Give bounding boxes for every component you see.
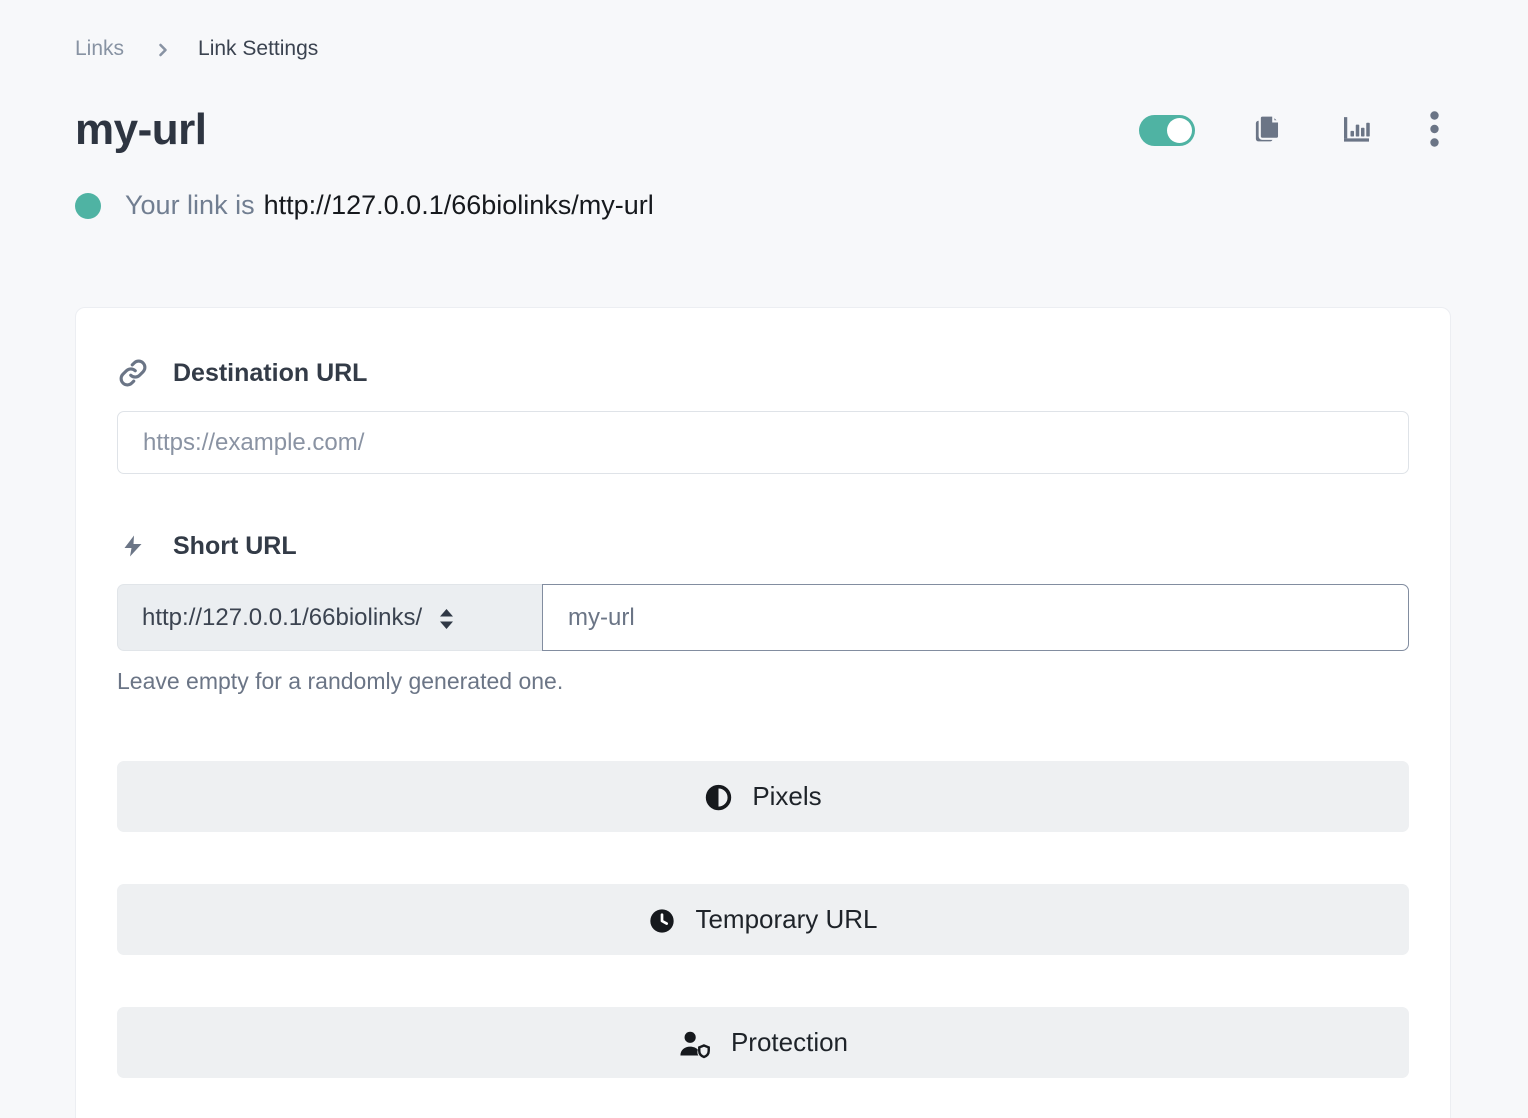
status-dot [75,193,101,219]
breadcrumb-current: Link Settings [198,37,318,61]
link-settings-page: Links Link Settings my-url [0,0,1528,1118]
protection-button-label: Protection [731,1027,848,1058]
lightning-bolt-icon [117,531,149,561]
header-actions [1139,111,1451,150]
short-url-input-group: http://127.0.0.1/66biolinks/ [117,584,1409,651]
clock-icon [648,907,676,935]
copy-icon [1252,113,1283,147]
temporary-url-button[interactable]: Temporary URL [117,884,1409,955]
short-url-section-label: Short URL [117,531,1409,561]
bar-chart-icon [1340,114,1373,147]
link-enabled-toggle[interactable] [1139,115,1195,146]
destination-url-input[interactable] [117,411,1409,474]
contrast-icon [704,783,733,812]
toggle-knob [1167,118,1192,143]
kebab-menu-icon [1430,111,1439,150]
short-url-input[interactable] [542,584,1409,651]
protection-button[interactable]: Protection [117,1007,1409,1078]
domain-select-value: http://127.0.0.1/66biolinks/ [142,604,422,632]
pixels-button[interactable]: Pixels [117,761,1409,832]
page-title: my-url [75,105,206,155]
user-shield-icon [678,1029,712,1059]
status-label: Your link is [125,190,255,221]
select-caret-icon [439,608,454,630]
chevron-right-icon [155,42,171,58]
status-url: http://127.0.0.1/66biolinks/my-url [264,190,654,221]
domain-select[interactable]: http://127.0.0.1/66biolinks/ [117,584,543,651]
temporary-url-button-label: Temporary URL [695,904,877,935]
breadcrumb-links[interactable]: Links [75,37,124,61]
short-url-label: Short URL [173,532,297,561]
link-icon [117,358,149,388]
breadcrumb: Links Link Settings [75,34,1451,64]
link-status: Your link is http://127.0.0.1/66biolinks… [75,190,1451,221]
pixels-button-label: Pixels [752,781,821,812]
destination-url-section-label: Destination URL [117,358,1409,388]
statistics-button[interactable] [1340,114,1373,147]
short-url-help-text: Leave empty for a randomly generated one… [117,668,1409,695]
copy-link-button[interactable] [1252,113,1283,147]
destination-url-label: Destination URL [173,359,367,388]
link-settings-card: Destination URL Short URL http://127.0.0… [75,307,1451,1118]
page-header: my-url [75,104,1451,156]
more-options-button[interactable] [1430,111,1439,150]
